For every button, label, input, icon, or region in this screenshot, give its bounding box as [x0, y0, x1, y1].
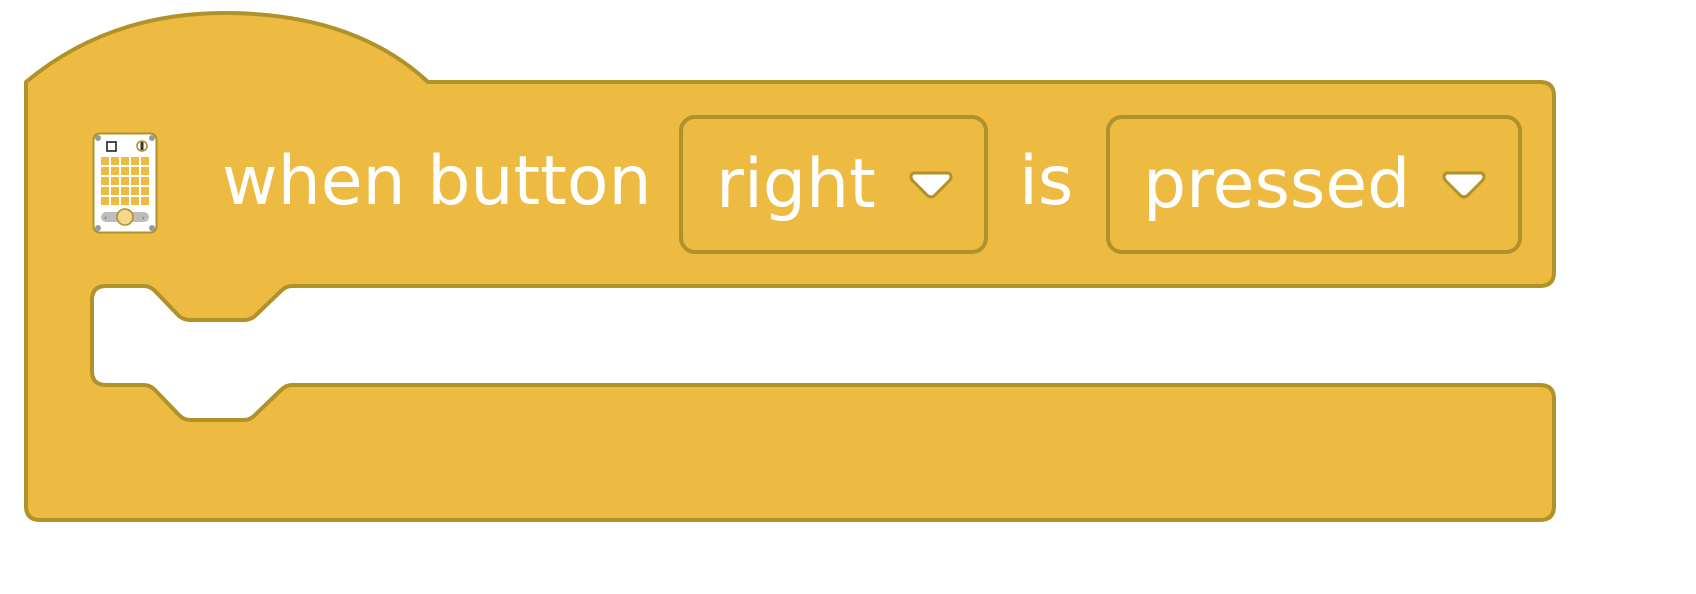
state-select-dropdown[interactable]: pressed — [1106, 115, 1522, 254]
state-select-value: pressed — [1143, 145, 1411, 224]
workspace: ‹ › when button right is pressed — [0, 0, 1696, 594]
dropdown-arrow-icon — [909, 171, 953, 199]
statement-slot[interactable] — [96, 290, 1552, 383]
when-button-label: when button — [222, 142, 652, 221]
microbit-device-icon: ‹ › — [92, 132, 158, 234]
button-select-dropdown[interactable]: right — [679, 115, 988, 254]
svg-text:‹: ‹ — [104, 214, 107, 222]
svg-text:›: › — [142, 214, 145, 222]
button-select-value: right — [716, 145, 876, 224]
is-label: is — [1019, 142, 1074, 221]
dropdown-arrow-icon — [1442, 171, 1486, 199]
